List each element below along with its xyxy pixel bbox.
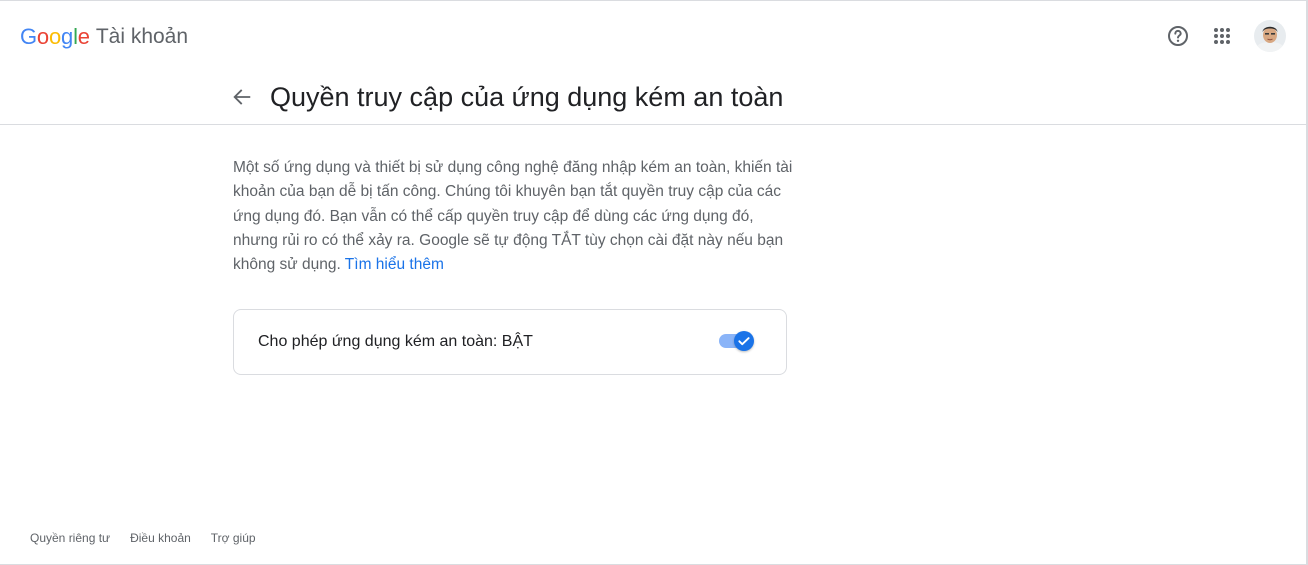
check-icon xyxy=(738,337,750,346)
description-text: Một số ứng dụng và thiết bị sử dụng công… xyxy=(233,156,793,277)
google-logo-letter: o xyxy=(48,24,62,49)
footer-link-terms[interactable]: Điều khoản xyxy=(130,531,191,545)
allow-less-secure-apps-toggle[interactable] xyxy=(717,329,757,353)
google-logo-letter: g xyxy=(61,24,74,49)
page-title-row: Quyền truy cập của ứng dụng kém an toàn xyxy=(0,71,1306,125)
product-name: Tài khoản xyxy=(95,25,189,48)
google-logo-letter: G xyxy=(20,24,37,49)
google-logo-letter: o xyxy=(36,24,49,49)
google-logo: Google xyxy=(20,24,90,50)
page-title: Quyền truy cập của ứng dụng kém an toàn xyxy=(270,82,784,112)
footer-link-help[interactable]: Trợ giúp xyxy=(211,531,256,545)
less-secure-apps-setting-card: Cho phép ứng dụng kém an toàn: BẬT xyxy=(233,309,787,375)
google-logo-letter: e xyxy=(77,24,90,49)
header-actions xyxy=(1162,20,1286,52)
learn-more-link[interactable]: Tìm hiểu thêm xyxy=(345,256,444,273)
page-frame: Google Tài khoản Quyền truy cập của ứng … xyxy=(0,0,1308,565)
top-bar: Google Tài khoản xyxy=(0,1,1306,71)
help-icon[interactable] xyxy=(1162,20,1194,52)
apps-grid-icon[interactable] xyxy=(1206,20,1238,52)
description-body: Một số ứng dụng và thiết bị sử dụng công… xyxy=(233,159,793,274)
footer: Quyền riêng tư Điều khoản Trợ giúp xyxy=(30,531,276,545)
footer-link-privacy[interactable]: Quyền riêng tư xyxy=(30,531,110,545)
avatar[interactable] xyxy=(1254,20,1286,52)
setting-label: Cho phép ứng dụng kém an toàn: BẬT xyxy=(258,333,533,350)
toggle-thumb xyxy=(734,331,754,351)
arrow-back-icon[interactable] xyxy=(226,81,258,113)
google-account-brand[interactable]: Google Tài khoản xyxy=(20,23,188,51)
